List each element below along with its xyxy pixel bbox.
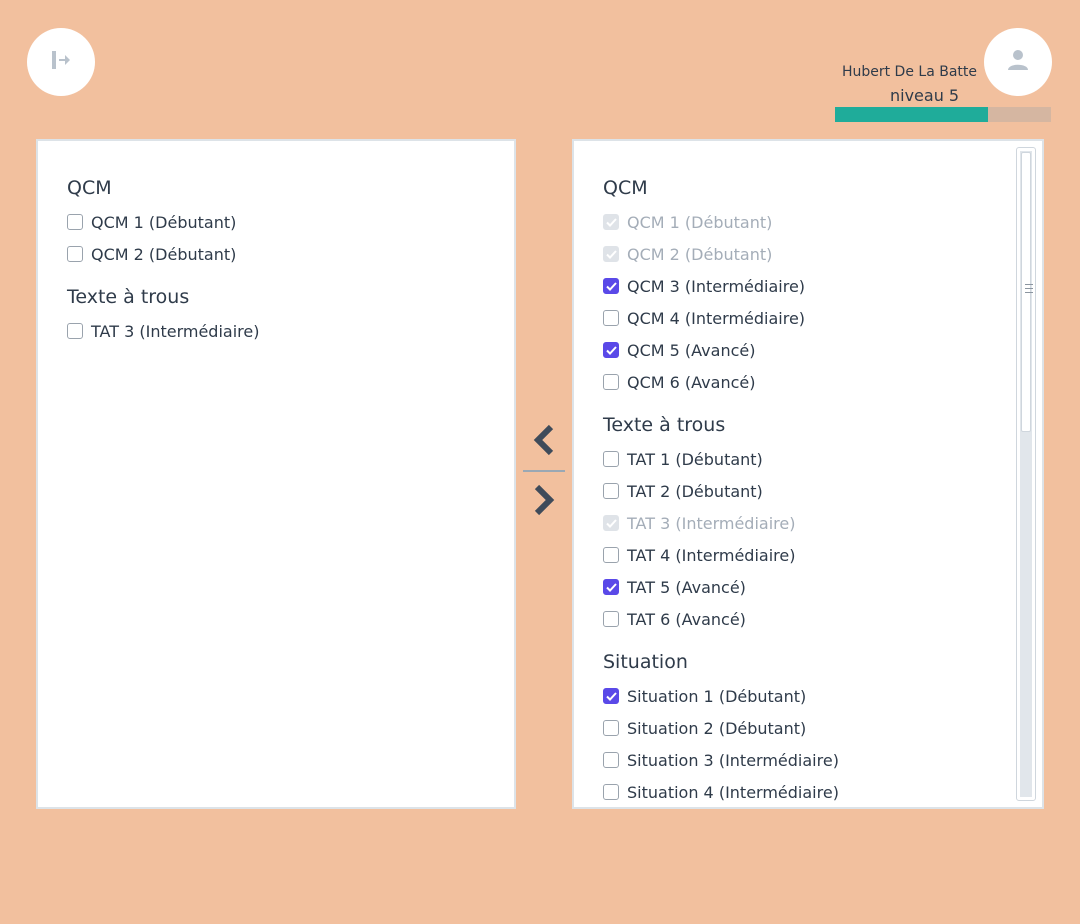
checkbox[interactable] [603,720,619,736]
checkbox [603,214,619,230]
exercise-item[interactable]: TAT 5 (Avancé) [603,571,1002,603]
available-exercises-panel: QCM QCM 1 (Débutant) QCM 2 (Débutant) Texte… [36,139,516,809]
exercise-item: QCM 1 (Débutant) [603,206,1002,238]
group-title: QCM [67,177,112,199]
exercise-label: QCM 5 (Avancé) [627,340,756,360]
selected-exercises-panel: QCM QCM 1 (Débutant) QCM 2 (Débutant) QCM 3… [572,139,1044,809]
exercise-item[interactable]: QCM 6 (Avancé) [603,366,1002,398]
checkbox[interactable] [67,246,83,262]
level-progress-bar [835,107,1051,122]
checkbox[interactable] [603,688,619,704]
exercise-label: Situation 3 (Intermédiaire) [627,750,839,770]
checkbox[interactable] [603,342,619,358]
exercise-label: Situation 4 (Intermédiaire) [627,782,839,802]
scrollbar-thumb[interactable] [1021,152,1033,432]
move-right-button[interactable] [530,484,558,520]
exercise-item[interactable]: Situation 2 (Débutant) [603,712,1002,744]
chevron-left-icon [532,424,556,460]
checkbox[interactable] [603,278,619,294]
user-icon [1007,49,1029,75]
exercise-item[interactable]: TAT 1 (Débutant) [603,443,1002,475]
exercise-label: QCM 6 (Avancé) [627,372,756,392]
checkbox[interactable] [67,214,83,230]
checkbox [603,515,619,531]
transfer-divider [523,470,565,472]
exercise-item[interactable]: TAT 3 (Intermédiaire) [67,315,474,347]
exercise-label: Situation 1 (Débutant) [627,686,807,706]
exercise-label: TAT 6 (Avancé) [627,609,746,629]
checkbox[interactable] [603,547,619,563]
move-left-button[interactable] [530,424,558,460]
exercise-label: QCM 3 (Intermédiaire) [627,276,806,296]
exercise-group: QCM QCM 1 (Débutant) QCM 2 (Débutant) QCM 3… [603,176,1002,398]
exercise-item[interactable]: QCM 3 (Intermédiaire) [603,270,1002,302]
exercise-item[interactable]: Situation 4 (Intermédiaire) [603,776,1002,808]
exercise-label: QCM 1 (Débutant) [627,212,773,232]
exercise-label: QCM 4 (Intermédiaire) [627,308,806,328]
exercise-label: TAT 1 (Débutant) [627,449,763,469]
exercise-item[interactable]: Situation 1 (Débutant) [603,680,1002,712]
exercise-item[interactable]: Situation 3 (Intermédiaire) [603,744,1002,776]
user-name: Hubert De La Batte [841,64,977,80]
group-title: Texte à trous [67,286,190,308]
logout-button[interactable] [27,28,95,96]
exercise-label: TAT 4 (Intermédiaire) [627,545,796,565]
checkbox [603,246,619,262]
checkbox[interactable] [603,611,619,627]
user-level: niveau 5 [890,86,960,105]
exercise-item[interactable]: QCM 4 (Intermédiaire) [603,302,1002,334]
selected-exercises-list: QCM QCM 1 (Débutant) QCM 2 (Débutant) QCM 3… [603,176,1002,823]
logout-icon [50,50,72,74]
exercise-label: TAT 2 (Débutant) [627,481,763,501]
exercise-label: TAT 5 (Avancé) [627,577,746,597]
checkbox[interactable] [603,374,619,390]
exercise-label: TAT 3 (Intermédiaire) [91,321,260,341]
exercise-item: TAT 3 (Intermédiaire) [603,507,1002,539]
exercise-group: Texte à trous TAT 3 (Intermédiaire) [67,285,474,347]
exercise-group: QCM QCM 1 (Débutant) QCM 2 (Débutant) [67,176,474,270]
checkbox[interactable] [67,323,83,339]
group-title: QCM [603,177,648,199]
exercise-item[interactable]: QCM 1 (Débutant) [67,206,474,238]
exercise-label: TAT 3 (Intermédiaire) [627,513,796,533]
scrollbar-track[interactable] [1020,151,1033,797]
group-title: Texte à trous [603,414,726,436]
checkbox[interactable] [603,579,619,595]
avatar[interactable] [984,28,1052,96]
exercise-label: QCM 2 (Débutant) [627,244,773,264]
checkbox[interactable] [603,310,619,326]
scrollbar[interactable] [1016,147,1036,801]
exercise-item[interactable]: QCM 5 (Avancé) [603,334,1002,366]
checkbox[interactable] [603,451,619,467]
chevron-right-icon [532,484,556,520]
available-exercises-list: QCM QCM 1 (Débutant) QCM 2 (Débutant) Texte… [67,176,474,362]
exercise-item[interactable]: TAT 6 (Avancé) [603,603,1002,635]
exercise-item[interactable]: QCM 2 (Débutant) [67,238,474,270]
group-title: Situation [603,651,688,673]
exercise-item: QCM 2 (Débutant) [603,238,1002,270]
level-progress-fill [835,107,989,122]
exercise-label: QCM 1 (Débutant) [91,212,237,232]
exercise-item[interactable]: TAT 4 (Intermédiaire) [603,539,1002,571]
exercise-group: Texte à trous TAT 1 (Débutant) TAT 2 (Débu… [603,413,1002,635]
checkbox[interactable] [603,483,619,499]
exercise-group: Situation Situation 1 (Débutant) Situation… [603,650,1002,808]
grip-icon [1025,284,1033,296]
exercise-label: Situation 2 (Débutant) [627,718,807,738]
exercise-label: QCM 2 (Débutant) [91,244,237,264]
checkbox[interactable] [603,752,619,768]
checkbox[interactable] [603,784,619,800]
exercise-item[interactable]: TAT 2 (Débutant) [603,475,1002,507]
